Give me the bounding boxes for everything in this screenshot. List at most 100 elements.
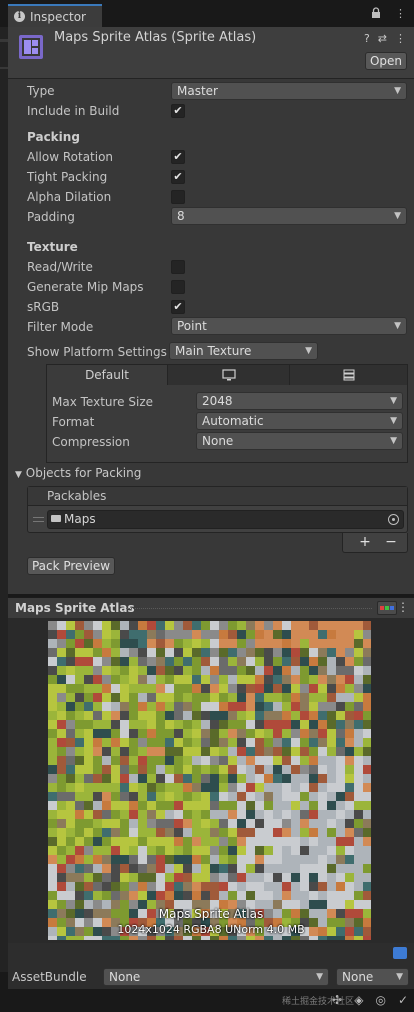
inspector-panel: Maps Sprite Atlas (Sprite Atlas) ? ⇄ ⋮ O… xyxy=(8,27,414,594)
list-add-remove: + − xyxy=(342,533,408,553)
help-icon[interactable]: ? xyxy=(364,32,370,45)
allow-rotation-label: Allow Rotation xyxy=(27,150,114,164)
check-circle-icon[interactable]: ✓ xyxy=(398,993,408,1007)
tab-standalone[interactable] xyxy=(168,365,290,385)
padding-label: Padding xyxy=(27,210,75,224)
strip-mark xyxy=(0,67,8,69)
left-dock-strip xyxy=(0,27,8,972)
type-label: Type xyxy=(27,84,55,98)
compression-dropdown[interactable]: None ▼ xyxy=(196,432,403,450)
format-value: Automatic xyxy=(202,414,264,428)
preset-icon[interactable]: ⇄ xyxy=(378,32,387,45)
tab-icons: ⋮ xyxy=(371,7,406,22)
atlas-name: Maps Sprite Atlas xyxy=(158,907,264,921)
chevron-down-icon: ▼ xyxy=(316,972,323,982)
alpha-dilation-checkbox[interactable] xyxy=(171,190,185,204)
read-write-checkbox[interactable] xyxy=(171,260,185,274)
compression-value: None xyxy=(202,434,234,448)
tab-inspector-label: Inspector xyxy=(30,9,86,24)
platform-tabs: Default xyxy=(47,365,407,385)
atlas-info: 1024x1024 RGBA8 UNorm 4.0 MB xyxy=(117,923,305,936)
tight-packing-checkbox[interactable]: ✔ xyxy=(171,170,185,184)
drag-handle-icon[interactable] xyxy=(33,517,44,522)
header-icons: ? ⇄ ⋮ xyxy=(364,32,406,45)
platform-settings-label: Show Platform Settings F xyxy=(27,345,167,359)
preview-title: Maps Sprite Atlas xyxy=(15,601,135,615)
filter-mode-label: Filter Mode xyxy=(27,320,94,334)
open-button[interactable]: Open xyxy=(365,52,407,70)
object-picker-icon[interactable] xyxy=(388,514,399,525)
atlas-preview-image xyxy=(48,621,371,940)
preview-area: Maps Sprite Atlas 1024x1024 RGBA8 UNorm … xyxy=(8,618,414,943)
window-tabbar: i Inspector ⋮ xyxy=(0,0,414,27)
type-value: Master xyxy=(177,84,218,98)
chevron-down-icon: ▼ xyxy=(394,321,401,331)
packables-header: Packables xyxy=(28,487,407,506)
chevron-down-icon: ▼ xyxy=(390,416,397,426)
status-bar: ✣ ◈ ◎ ✓ 稀土掘金技术社区 xyxy=(0,989,414,1012)
include-build-label: Include in Build xyxy=(27,104,120,118)
tight-packing-label: Tight Packing xyxy=(27,170,108,184)
alpha-dilation-label: Alpha Dilation xyxy=(27,190,112,204)
mip-maps-label: Generate Mip Maps xyxy=(27,280,144,294)
kebab-icon[interactable]: ⋮ xyxy=(395,7,406,22)
chevron-down-icon: ▼ xyxy=(396,972,403,982)
objects-for-packing-foldout[interactable]: ▼ Objects for Packing xyxy=(15,466,141,480)
padding-value: 8 xyxy=(177,209,185,223)
remove-item-button[interactable]: − xyxy=(381,533,401,551)
kebab-icon[interactable]: ⋮ xyxy=(397,600,409,614)
tab-server[interactable] xyxy=(290,365,407,385)
more-icon[interactable]: ⋮ xyxy=(395,32,406,45)
platform-settings-box: Default Max Texture Size 2048 ▼ Format Au… xyxy=(46,364,408,463)
preview-header: Maps Sprite Atlas ⋮ xyxy=(8,597,414,618)
objects-for-packing-label: Objects for Packing xyxy=(25,466,142,480)
pack-preview-button[interactable]: Pack Preview xyxy=(27,557,115,575)
folder-icon xyxy=(51,515,61,522)
filter-mode-value: Point xyxy=(177,319,207,333)
max-texture-size-label: Max Texture Size xyxy=(52,395,153,409)
list-item[interactable]: Maps xyxy=(31,509,404,530)
foldout-arrow-icon: ▼ xyxy=(15,470,22,480)
include-build-checkbox[interactable]: ✔ xyxy=(171,104,185,118)
chevron-down-icon: ▼ xyxy=(390,436,397,446)
allow-rotation-checkbox[interactable]: ✔ xyxy=(171,150,185,164)
platform-settings-value: Main Texture xyxy=(175,344,252,358)
srgb-checkbox[interactable]: ✔ xyxy=(171,300,185,314)
platform-settings-dropdown[interactable]: Main Texture ▼ xyxy=(169,342,318,360)
filter-mode-dropdown[interactable]: Point ▼ xyxy=(171,317,407,335)
tab-inspector[interactable]: i Inspector xyxy=(8,4,102,27)
chevron-down-icon: ▼ xyxy=(390,396,397,406)
asset-variant-value: None xyxy=(342,970,374,984)
tag-icon[interactable] xyxy=(393,947,407,959)
packing-header: Packing xyxy=(27,130,80,144)
padding-dropdown[interactable]: 8 ▼ xyxy=(171,207,407,225)
monitor-icon xyxy=(221,369,236,381)
type-dropdown[interactable]: Master ▼ xyxy=(171,82,407,100)
tab-default[interactable]: Default xyxy=(47,365,168,385)
asset-title: Maps Sprite Atlas (Sprite Atlas) xyxy=(54,30,257,45)
lock-icon[interactable] xyxy=(371,7,381,22)
texture-header: Texture xyxy=(27,240,78,254)
max-texture-size-dropdown[interactable]: 2048 ▼ xyxy=(196,392,403,410)
object-field[interactable]: Maps xyxy=(47,510,404,529)
info-icon: i xyxy=(14,11,25,22)
asset-variant-dropdown[interactable]: None ▼ xyxy=(336,968,409,986)
max-texture-size-value: 2048 xyxy=(202,394,233,408)
layers-icon[interactable]: ◈ xyxy=(354,993,363,1007)
rgb-channel-icon[interactable] xyxy=(377,601,397,615)
chevron-down-icon: ▼ xyxy=(394,211,401,221)
read-write-label: Read/Write xyxy=(27,260,93,274)
format-label: Format xyxy=(52,415,95,429)
network-icon[interactable]: ◎ xyxy=(375,993,385,1007)
srgb-label: sRGB xyxy=(27,300,60,314)
asset-bundle-dropdown[interactable]: None ▼ xyxy=(103,968,329,986)
preview-drag-line[interactable] xyxy=(126,608,372,609)
add-item-button[interactable]: + xyxy=(355,533,375,551)
mip-maps-checkbox[interactable] xyxy=(171,280,185,294)
asset-bundle-label: AssetBundle xyxy=(12,970,87,984)
watermark: 稀土掘金技术社区 xyxy=(281,997,354,1007)
inspector-header: Maps Sprite Atlas (Sprite Atlas) ? ⇄ ⋮ O… xyxy=(8,27,414,79)
format-dropdown[interactable]: Automatic ▼ xyxy=(196,412,403,430)
asset-bundle-bar: AssetBundle None ▼ None ▼ xyxy=(8,943,414,989)
strip-mark xyxy=(0,39,8,42)
